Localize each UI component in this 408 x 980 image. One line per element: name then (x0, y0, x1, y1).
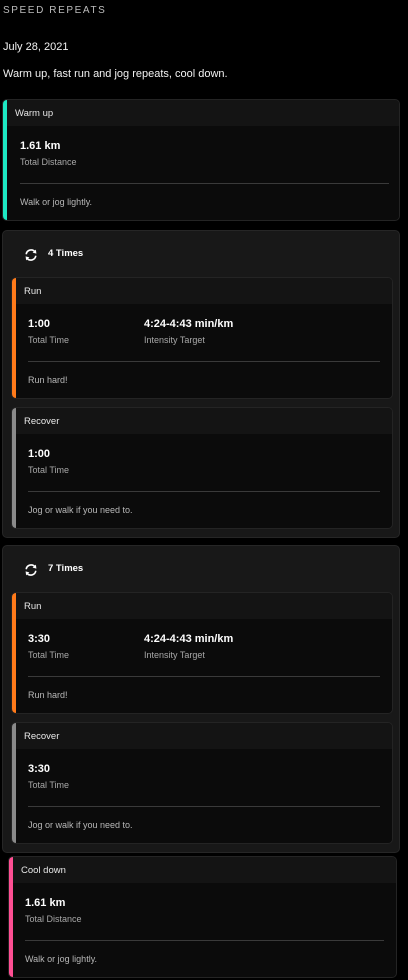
cooldown-note: Walk or jog lightly. (25, 954, 98, 964)
repeat-count-label: 4 Times (48, 248, 84, 259)
recover-time-label: Total Time (28, 780, 70, 790)
warmup-divider (20, 183, 389, 184)
run-time-label: Total Time (28, 650, 70, 660)
recover-step-card[interactable]: Recover 3:30 Total Time Jog or walk if y… (11, 722, 393, 844)
cooldown-distance-label: Total Distance (25, 914, 82, 924)
recover-time-label: Total Time (28, 465, 70, 475)
repeat-icon (25, 564, 37, 576)
run-time-value: 1:00 (28, 318, 51, 330)
repeat-group-2: 7 Times Run 3:30 Total Time 4:24-4:43 mi… (2, 545, 400, 853)
warmup-distance-label: Total Distance (20, 157, 77, 167)
recover-title: Recover (24, 416, 60, 427)
run-time-label: Total Time (28, 335, 70, 345)
repeat-icon (25, 249, 37, 261)
run-divider (28, 676, 380, 677)
run-intensity-value: 4:24-4:43 min/km (144, 633, 234, 645)
recover-note: Jog or walk if you need to. (28, 505, 133, 515)
workout-description: Warm up, fast run and jog repeats, cool … (3, 68, 228, 80)
workout-type-label: SPEED REPEATS (3, 5, 107, 16)
run-note: Run hard! (28, 375, 68, 385)
recover-divider (28, 806, 380, 807)
recover-title: Recover (24, 731, 60, 742)
recover-time-value: 3:30 (28, 763, 51, 775)
run-divider (28, 361, 380, 362)
recover-step-card[interactable]: Recover 1:00 Total Time Jog or walk if y… (11, 407, 393, 529)
cooldown-divider (25, 940, 384, 941)
run-step-card[interactable]: Run 3:30 Total Time 4:24-4:43 min/km Int… (11, 592, 393, 714)
warmup-note: Walk or jog lightly. (20, 197, 93, 207)
run-title: Run (24, 286, 42, 297)
recover-time-value: 1:00 (28, 448, 51, 460)
run-intensity-value: 4:24-4:43 min/km (144, 318, 234, 330)
warmup-title: Warm up (15, 108, 54, 119)
cooldown-title: Cool down (21, 865, 66, 876)
run-intensity-label: Intensity Target (144, 650, 205, 660)
recover-divider (28, 491, 380, 492)
run-title: Run (24, 601, 42, 612)
cooldown-distance-value: 1.61 km (25, 897, 66, 909)
run-note: Run hard! (28, 690, 68, 700)
warmup-distance-value: 1.61 km (20, 140, 61, 152)
cooldown-step-card[interactable]: Cool down 1.61 km Total Distance Walk or… (8, 856, 397, 978)
repeat-group-1: 4 Times Run 1:00 Total Time 4:24-4:43 mi… (2, 230, 400, 538)
recover-note: Jog or walk if you need to. (28, 820, 133, 830)
repeat-count-label: 7 Times (48, 563, 84, 574)
run-step-card[interactable]: Run 1:00 Total Time 4:24-4:43 min/km Int… (11, 277, 393, 399)
run-intensity-label: Intensity Target (144, 335, 205, 345)
workout-date: July 28, 2021 (3, 41, 69, 53)
warmup-step-card[interactable]: Warm up 1.61 km Total Distance Walk or j… (2, 99, 400, 221)
run-time-value: 3:30 (28, 633, 51, 645)
